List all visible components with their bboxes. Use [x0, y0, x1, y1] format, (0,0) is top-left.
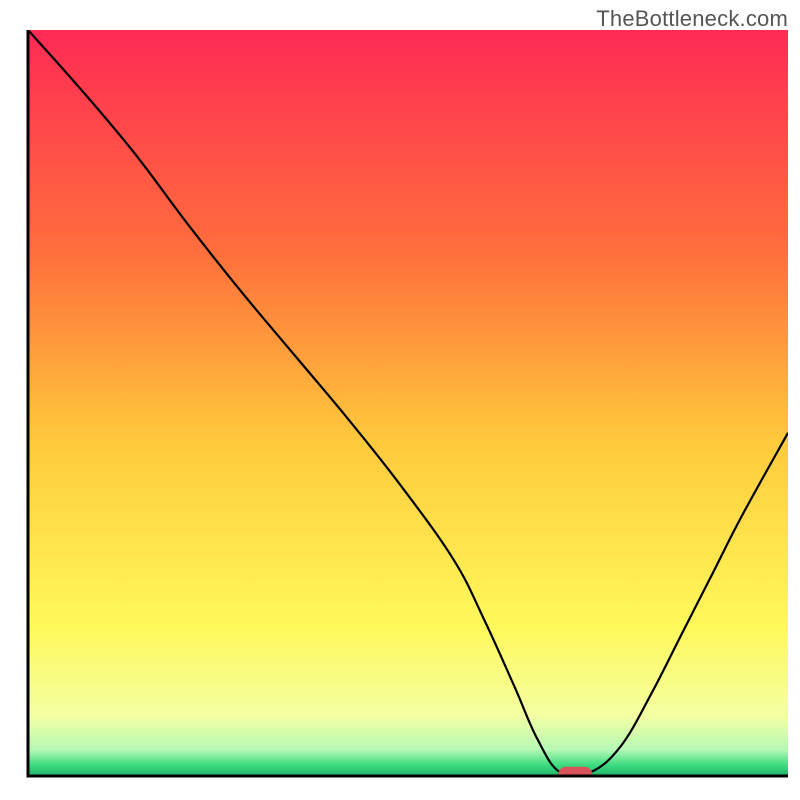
gradient-background — [28, 30, 788, 776]
chart-frame: TheBottleneck.com — [0, 0, 800, 800]
watermark-text: TheBottleneck.com — [596, 6, 788, 32]
bottleneck-chart — [0, 0, 800, 800]
optimum-marker — [558, 767, 592, 782]
